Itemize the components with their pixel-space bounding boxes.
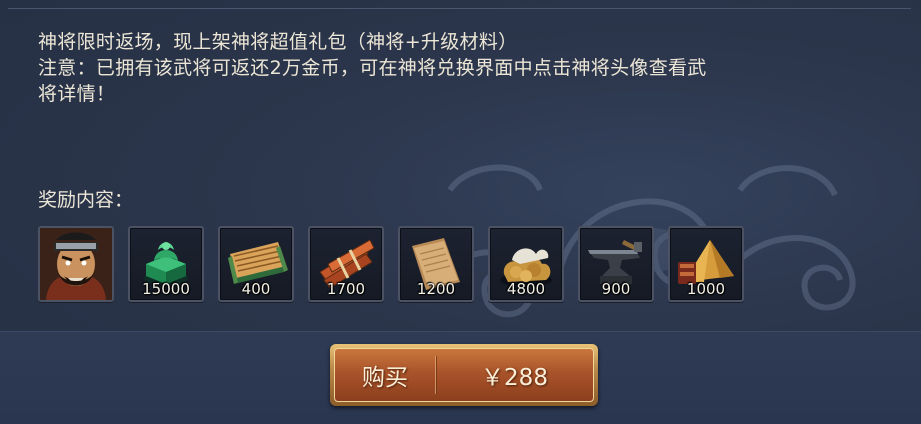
reward-quantity: 1000 [686,280,726,298]
description-line-2: 注意：已拥有该武将可返还2万金币，可在神将兑换界面中点击神将头像查看武 [38,57,707,79]
reward-item-general[interactable] [38,226,114,302]
reward-quantity: 400 [241,280,271,298]
reward-quantity: 900 [601,280,631,298]
reward-quantity: 1200 [416,280,456,298]
description-line-3: 将详情！ [38,83,116,105]
reward-quantity: 15000 [142,280,190,298]
rewards-label: 奖励内容： [38,189,134,211]
reward-item-scroll[interactable]: 400 [218,226,294,302]
description-line-1: 神将限时返场，现上架神将超值礼包（神将+升级材料） [38,31,518,53]
buy-button-divider [435,356,436,394]
reward-quantity: 1700 [326,280,366,298]
reward-quantity: 4800 [506,280,546,298]
reward-item-jade-seal[interactable]: 15000 [128,226,204,302]
buy-button-label: 购买 [362,365,408,391]
content-area: 神将限时返场，现上架神将超值礼包（神将+升级材料） 注意：已拥有该武将可返还2万… [8,8,911,331]
buy-button[interactable]: 购买 ￥288 [330,344,598,406]
reward-items-row: 15000 400 1700 1200 4800 900 1000 [38,226,744,304]
reward-item-wood[interactable]: 1700 [308,226,384,302]
buy-button-face[interactable]: 购买 ￥288 [334,348,594,402]
gift-pack-panel: 神将限时返场，现上架神将超值礼包（神将+升级材料） 注意：已拥有该武将可返还2万… [0,0,921,424]
reward-item-tent[interactable]: 1000 [668,226,744,302]
pack-description: 神将限时返场，现上架神将超值礼包（神将+升级材料） 注意：已拥有该武将可返还2万… [38,29,898,107]
general-portrait-icon [40,228,112,300]
reward-item-parchment[interactable]: 1200 [398,226,474,302]
price-label: ￥288 [481,365,548,391]
reward-item-ore[interactable]: 4800 [488,226,564,302]
reward-item-anvil[interactable]: 900 [578,226,654,302]
